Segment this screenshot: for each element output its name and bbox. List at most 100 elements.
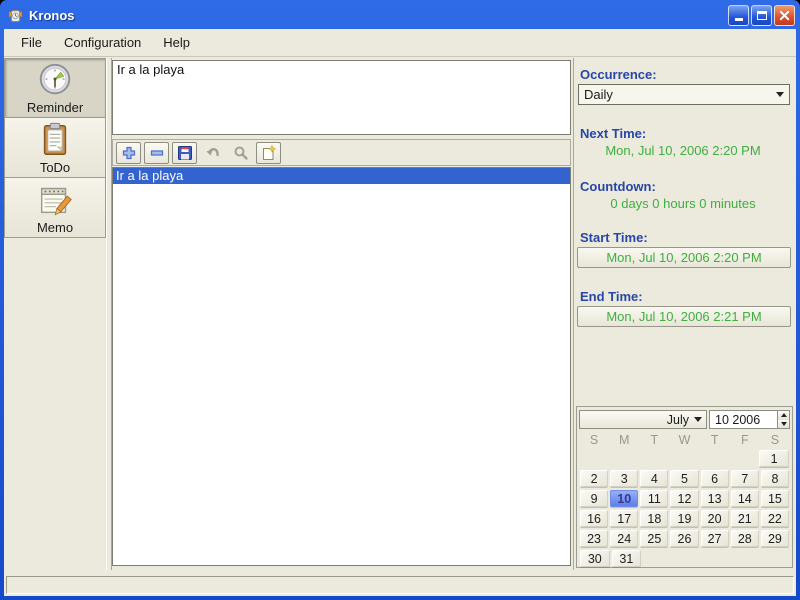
sidebar-item-label: Reminder xyxy=(26,100,84,115)
calendar-day-16[interactable]: 16 xyxy=(580,510,609,527)
clock-icon xyxy=(36,61,74,99)
status-bar xyxy=(6,576,794,594)
new-button[interactable] xyxy=(256,141,281,164)
menu-item-help[interactable]: Help xyxy=(152,30,201,56)
undo-button[interactable] xyxy=(200,142,225,164)
calendar-day-4[interactable]: 4 xyxy=(640,470,669,487)
calendar-day-28[interactable]: 28 xyxy=(730,530,759,547)
search-icon xyxy=(233,145,249,161)
calendar-empty-cell xyxy=(640,450,668,467)
save-icon xyxy=(177,145,193,161)
calendar-dow-label: F xyxy=(740,433,749,447)
remove-button[interactable] xyxy=(144,141,169,164)
calendar-dow-label: M xyxy=(619,433,630,447)
title-bar[interactable]: Kronos xyxy=(6,3,795,27)
list-item[interactable]: Ir a la playa xyxy=(113,168,570,184)
calendar-empty-cell xyxy=(732,550,760,567)
calendar-empty-cell xyxy=(761,550,789,567)
spinner-down-button[interactable] xyxy=(778,419,789,428)
description-editor[interactable]: Ir a la playa xyxy=(112,60,571,135)
close-button[interactable] xyxy=(774,4,795,26)
calendar-day-13[interactable]: 13 xyxy=(700,490,729,507)
calendar-day-25[interactable]: 25 xyxy=(640,530,669,547)
calendar-week-row: 1 xyxy=(580,450,790,467)
menu-item-file[interactable]: File xyxy=(10,30,53,56)
calendar-empty-cell xyxy=(699,450,727,467)
countdown-value: 0 days 0 hours 0 minutes xyxy=(610,196,756,211)
calendar-day-19[interactable]: 19 xyxy=(670,510,699,527)
calendar-month-select[interactable]: July xyxy=(579,410,707,429)
calendar-day-31[interactable]: 31 xyxy=(611,550,642,567)
minus-icon xyxy=(149,145,165,161)
search-button[interactable] xyxy=(228,142,253,164)
calendar-month-value: July xyxy=(666,412,689,427)
calendar-empty-cell xyxy=(702,550,730,567)
calendar-day-3[interactable]: 3 xyxy=(610,470,639,487)
end-time-button[interactable]: Mon, Jul 10, 2006 2:21 PM xyxy=(577,306,791,327)
occurrence-select[interactable]: Daily xyxy=(578,84,790,105)
start-time-button[interactable]: Mon, Jul 10, 2006 2:20 PM xyxy=(577,247,791,268)
undo-icon xyxy=(205,145,221,161)
calendar-empty-cell xyxy=(643,550,671,567)
calendar-day-2[interactable]: 2 xyxy=(580,470,609,487)
notepad-icon xyxy=(36,181,74,219)
occurrence-selected-value: Daily xyxy=(584,87,613,102)
calendar-day-8[interactable]: 8 xyxy=(760,470,789,487)
calendar-empty-cell xyxy=(580,450,608,467)
calendar-week-row: 2345678 xyxy=(580,470,789,487)
calendar-day-20[interactable]: 20 xyxy=(700,510,729,527)
calendar-day-7[interactable]: 7 xyxy=(730,470,759,487)
menu-item-configuration[interactable]: Configuration xyxy=(53,30,152,56)
calendar-day-24[interactable]: 24 xyxy=(610,530,639,547)
calendar-dow-label: T xyxy=(710,433,719,447)
calendar-year-value: 10 2006 xyxy=(715,412,761,427)
calendar-dow-row: SMTWTFS xyxy=(580,433,789,447)
calendar-day-30[interactable]: 30 xyxy=(580,550,610,567)
calendar-year-spinner[interactable]: 10 2006 xyxy=(709,410,790,429)
maximize-icon xyxy=(756,10,767,20)
chevron-up-icon xyxy=(780,413,787,418)
minimize-button[interactable] xyxy=(728,4,749,26)
calendar-empty-cell xyxy=(610,450,638,467)
next-time-label: Next Time: xyxy=(580,126,647,141)
new-note-icon xyxy=(261,144,277,161)
calendar-day-18[interactable]: 18 xyxy=(640,510,669,527)
calendar-day-21[interactable]: 21 xyxy=(730,510,759,527)
reminder-list[interactable]: Ir a la playa xyxy=(112,167,571,566)
calendar-day-11[interactable]: 11 xyxy=(640,490,669,507)
sidebar-item-memo[interactable]: Memo xyxy=(4,178,106,238)
sidebar-item-reminder[interactable]: Reminder xyxy=(4,58,106,118)
menu-bar: File Configuration Help xyxy=(4,29,796,57)
calendar-week-row: 30 31 xyxy=(580,550,789,567)
calendar-day-1[interactable]: 1 xyxy=(759,450,790,467)
calendar-day-10[interactable]: 10 xyxy=(610,490,639,507)
calendar-day-6[interactable]: 6 xyxy=(700,470,729,487)
spinner-up-button[interactable] xyxy=(778,411,789,420)
calendar-empty-cell xyxy=(729,450,757,467)
calendar-day-17[interactable]: 17 xyxy=(610,510,639,527)
calendar-day-9[interactable]: 9 xyxy=(580,490,609,507)
calendar-day-15[interactable]: 15 xyxy=(760,490,789,507)
calendar-empty-cell xyxy=(673,550,701,567)
maximize-button[interactable] xyxy=(751,4,772,26)
calendar-day-5[interactable]: 5 xyxy=(670,470,699,487)
sidebar-item-todo[interactable]: ToDo xyxy=(4,118,106,178)
chevron-down-icon xyxy=(694,417,702,422)
save-button[interactable] xyxy=(172,141,197,164)
calendar-day-26[interactable]: 26 xyxy=(670,530,699,547)
window-title: Kronos xyxy=(29,7,75,23)
toolbar xyxy=(112,139,571,166)
add-button[interactable] xyxy=(116,141,141,164)
calendar-week-row: 16 17 18 19 20 21 22 xyxy=(580,510,789,527)
plus-icon xyxy=(121,145,137,161)
calendar-day-29[interactable]: 29 xyxy=(760,530,789,547)
calendar-day-22[interactable]: 22 xyxy=(760,510,789,527)
kronos-app-icon xyxy=(6,6,24,24)
start-time-label: Start Time: xyxy=(580,230,648,245)
calendar-day-12[interactable]: 12 xyxy=(670,490,699,507)
calendar-day-14[interactable]: 14 xyxy=(730,490,759,507)
spinner-buttons xyxy=(777,411,789,428)
calendar-day-27[interactable]: 27 xyxy=(700,530,729,547)
calendar-day-23[interactable]: 23 xyxy=(580,530,609,547)
window-controls xyxy=(728,4,795,26)
